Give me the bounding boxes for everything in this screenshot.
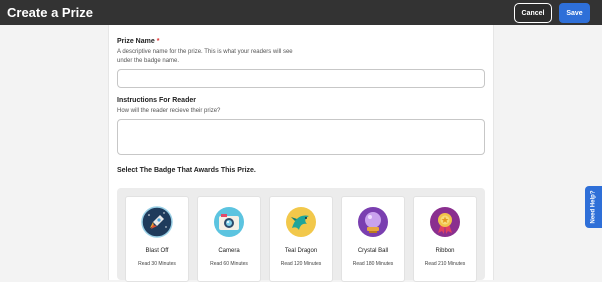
need-help-tab[interactable]: Need Help? [585,186,602,228]
badge-requirement: Read 30 Minutes [138,261,176,267]
prize-name-label: Prize Name * [117,38,159,45]
badge-requirement: Read 180 Minutes [352,261,394,267]
rocket-icon [141,206,173,238]
badge-requirement: Read 210 Minutes [424,261,466,267]
instructions-label: Instructions For Reader [117,97,196,104]
badge-section-label: Select The Badge That Awards This Prize. [117,167,256,174]
badge-card-teal-dragon[interactable]: Teal Dragon Read 120 Minutes [269,196,333,282]
badge-card-blast-off[interactable]: Blast Off Read 30 Minutes [125,196,189,282]
badge-name: Blast Off [145,248,169,254]
need-help-label: Need Help? [590,190,597,224]
prize-name-input[interactable] [117,69,485,88]
instructions-input[interactable] [117,119,485,155]
cancel-button[interactable]: Cancel [514,3,552,23]
camera-icon [213,206,245,238]
badge-card-ribbon[interactable]: Ribbon Read 210 Minutes [413,196,477,282]
page-title: Create a Prize [7,5,93,20]
dragon-icon [285,206,317,238]
prize-name-help: A descriptive name for the prize. This i… [117,49,293,64]
badge-requirement: Read 120 Minutes [280,261,322,267]
top-bar: Create a Prize Cancel Save [0,0,602,25]
instructions-help: How will the reader recieve their prize? [117,108,221,114]
badge-requirement: Read 60 Minutes [210,261,248,267]
prize-name-label-text: Prize Name [117,38,155,45]
badge-card-camera[interactable]: Camera Read 60 Minutes [197,196,261,282]
badge-name: Ribbon [435,248,455,254]
ribbon-icon [429,206,461,238]
badge-grid: Blast Off Read 30 Minutes Camera Read 60… [117,188,485,282]
save-button[interactable]: Save [559,3,590,23]
form-panel: Prize Name * A descriptive name for the … [108,25,494,282]
badge-card-crystal-ball[interactable]: Crystal Ball Read 180 Minutes [341,196,405,282]
badge-name: Teal Dragon [284,248,318,254]
badge-name: Crystal Ball [357,248,389,254]
badge-name: Camera [218,248,240,254]
crystal-ball-icon [357,206,389,238]
required-mark: * [156,38,160,45]
